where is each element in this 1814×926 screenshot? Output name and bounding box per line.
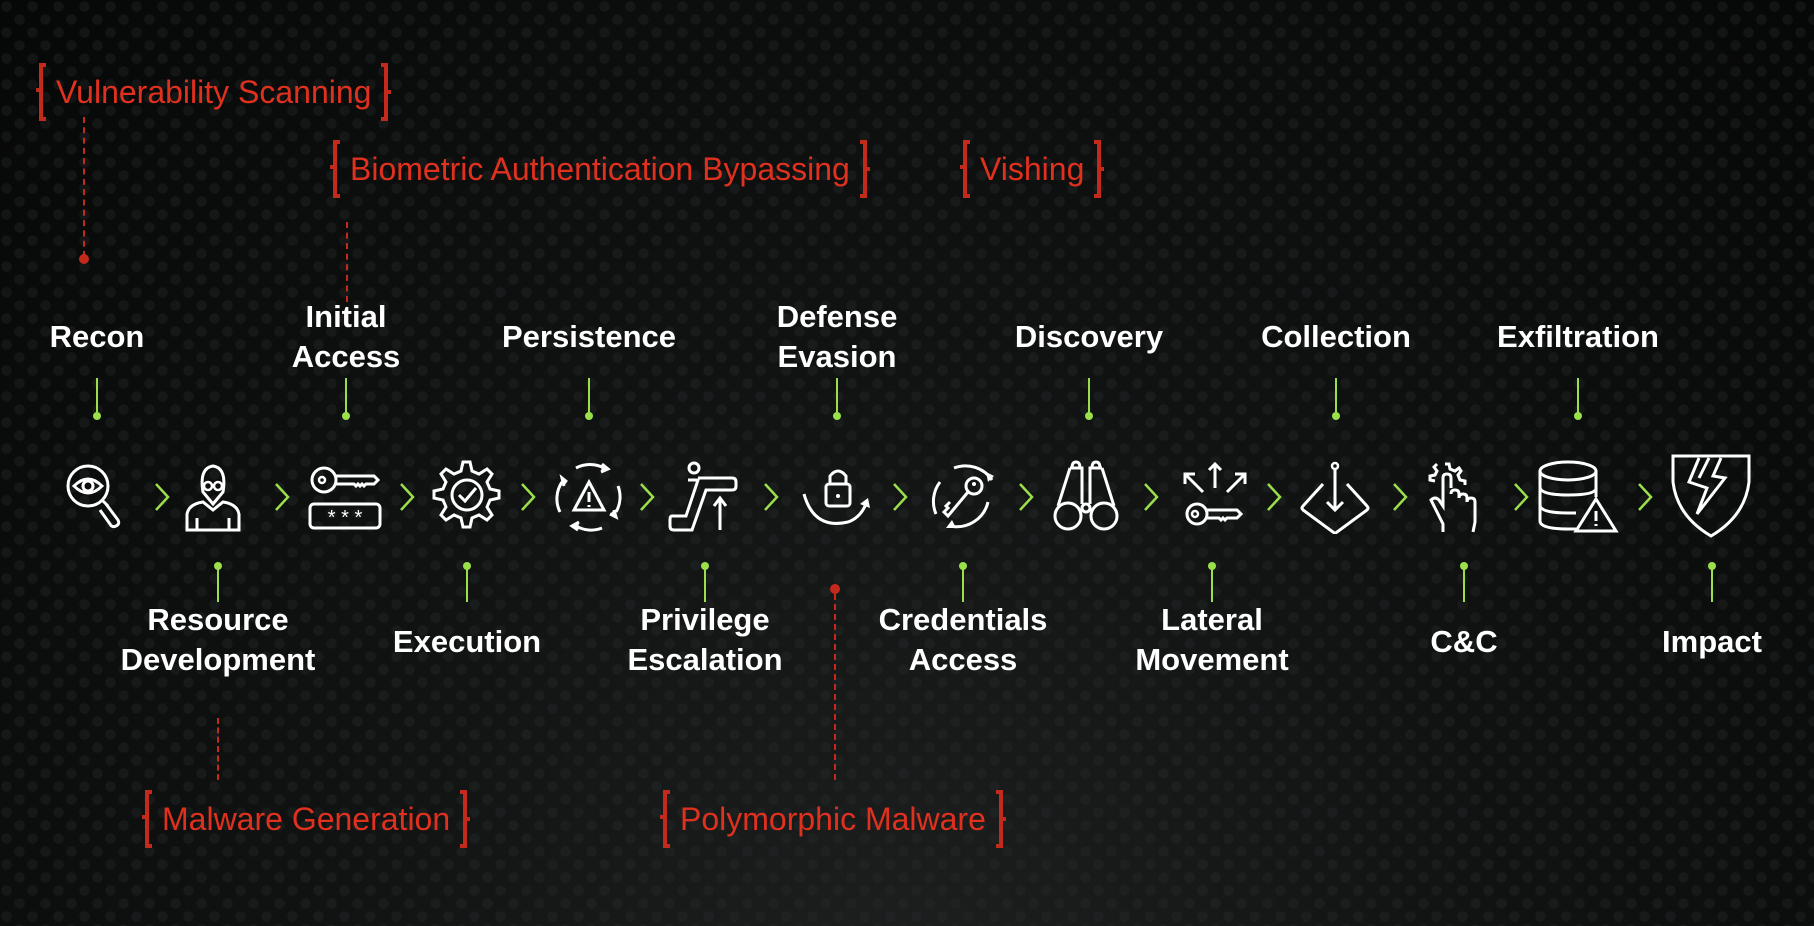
stage-connector <box>704 568 706 602</box>
left-brace-icon <box>660 790 670 848</box>
gear-check-icon <box>430 460 504 534</box>
technique-label: Polymorphic Malware <box>680 800 986 837</box>
chevron-right-icon <box>520 482 536 512</box>
chevron-right-icon <box>274 482 290 512</box>
stage-connector-dot <box>1332 412 1340 420</box>
stage-connector <box>836 378 838 414</box>
chevron-right-icon <box>763 482 779 512</box>
chevron-right-icon <box>1637 482 1653 512</box>
stage-connector <box>1711 568 1713 602</box>
stage-label: Resource Development <box>120 602 316 677</box>
technique-biometric-bypassing: Biometric Authentication Bypassing <box>328 140 872 198</box>
technique-label: Biometric Authentication Bypassing <box>350 150 850 187</box>
technique-vulnerability-scanning: Vulnerability Scanning <box>34 63 393 121</box>
technique-malware-generation: Malware Generation <box>140 790 472 848</box>
key-arrows-icon <box>1175 460 1249 534</box>
cycle-warning-icon <box>552 460 626 534</box>
left-brace-icon <box>960 140 970 198</box>
stage-label: Privilege Escalation <box>627 602 783 677</box>
right-brace-icon <box>859 140 870 198</box>
technique-connector <box>217 718 219 780</box>
stage-label: Impact <box>1662 624 1762 659</box>
technique-connector-dot <box>830 584 840 594</box>
stage-label: C&C <box>1430 624 1498 659</box>
technique-label: Vulnerability Scanning <box>56 73 372 110</box>
stage-connector-dot <box>93 412 101 420</box>
stage-connector <box>1577 378 1579 414</box>
hand-gear-icon <box>1427 460 1501 534</box>
key-password-icon: * * * <box>308 462 384 532</box>
chevron-right-icon <box>399 482 415 512</box>
stage-label: Collection <box>1261 319 1411 354</box>
database-warning-icon <box>1536 459 1620 535</box>
stage-connector <box>1211 568 1213 602</box>
stage-label: Credentials Access <box>878 602 1048 677</box>
stage-label: Persistence <box>501 319 677 354</box>
stage-connector-dot <box>833 412 841 420</box>
diamond-arrow-down-icon <box>1299 460 1373 534</box>
stage-label: Discovery <box>1014 319 1164 354</box>
binoculars-icon <box>1052 460 1126 534</box>
escalator-icon <box>668 460 742 534</box>
chevron-right-icon <box>1513 482 1529 512</box>
stage-connector <box>1335 378 1337 414</box>
left-brace-icon <box>330 140 340 198</box>
lock-arrow-icon <box>800 460 874 534</box>
stage-connector-dot <box>585 412 593 420</box>
technique-connector <box>834 594 836 780</box>
stage-label: Defense Evasion <box>776 299 898 374</box>
stage-connector-dot <box>1574 412 1582 420</box>
technique-connector <box>83 117 85 257</box>
stage-label: Exfiltration <box>1497 319 1659 354</box>
right-brace-icon <box>1094 140 1105 198</box>
stage-connector <box>217 568 219 602</box>
left-brace-icon <box>142 790 152 848</box>
stage-connector <box>962 568 964 602</box>
stage-connector <box>588 378 590 414</box>
technique-label: Vishing <box>980 150 1085 187</box>
left-brace-icon <box>36 63 46 121</box>
technique-connector-dot <box>79 254 89 264</box>
stage-connector-dot <box>1085 412 1093 420</box>
stage-connector <box>1088 378 1090 414</box>
chevron-right-icon <box>154 482 170 512</box>
stage-label: Initial Access <box>291 299 401 374</box>
stage-connector <box>466 568 468 602</box>
chevron-right-icon <box>1018 482 1034 512</box>
right-brace-icon <box>995 790 1006 848</box>
chevron-right-icon <box>1266 482 1282 512</box>
right-brace-icon <box>460 790 471 848</box>
stage-connector-dot <box>342 412 350 420</box>
hacker-person-icon <box>181 460 255 534</box>
svg-text:* * *: * * * <box>328 507 363 529</box>
stage-label: Recon <box>49 319 145 354</box>
technique-label: Malware Generation <box>162 800 451 837</box>
chevron-right-icon <box>1143 482 1159 512</box>
chevron-right-icon <box>639 482 655 512</box>
stage-label: Execution <box>392 624 542 659</box>
right-brace-icon <box>381 63 392 121</box>
stage-label: Lateral Movement <box>1135 602 1289 677</box>
shield-lightning-icon <box>1669 452 1755 542</box>
stage-connector <box>1463 568 1465 602</box>
technique-connector <box>346 222 348 302</box>
technique-vishing: Vishing <box>958 140 1106 198</box>
technique-polymorphic-malware: Polymorphic Malware <box>658 790 1008 848</box>
magnifier-eye-icon <box>60 460 134 534</box>
chevron-right-icon <box>1392 482 1408 512</box>
stage-connector <box>345 378 347 414</box>
key-cycle-icon <box>926 460 1000 534</box>
chevron-right-icon <box>892 482 908 512</box>
stage-connector <box>96 378 98 414</box>
